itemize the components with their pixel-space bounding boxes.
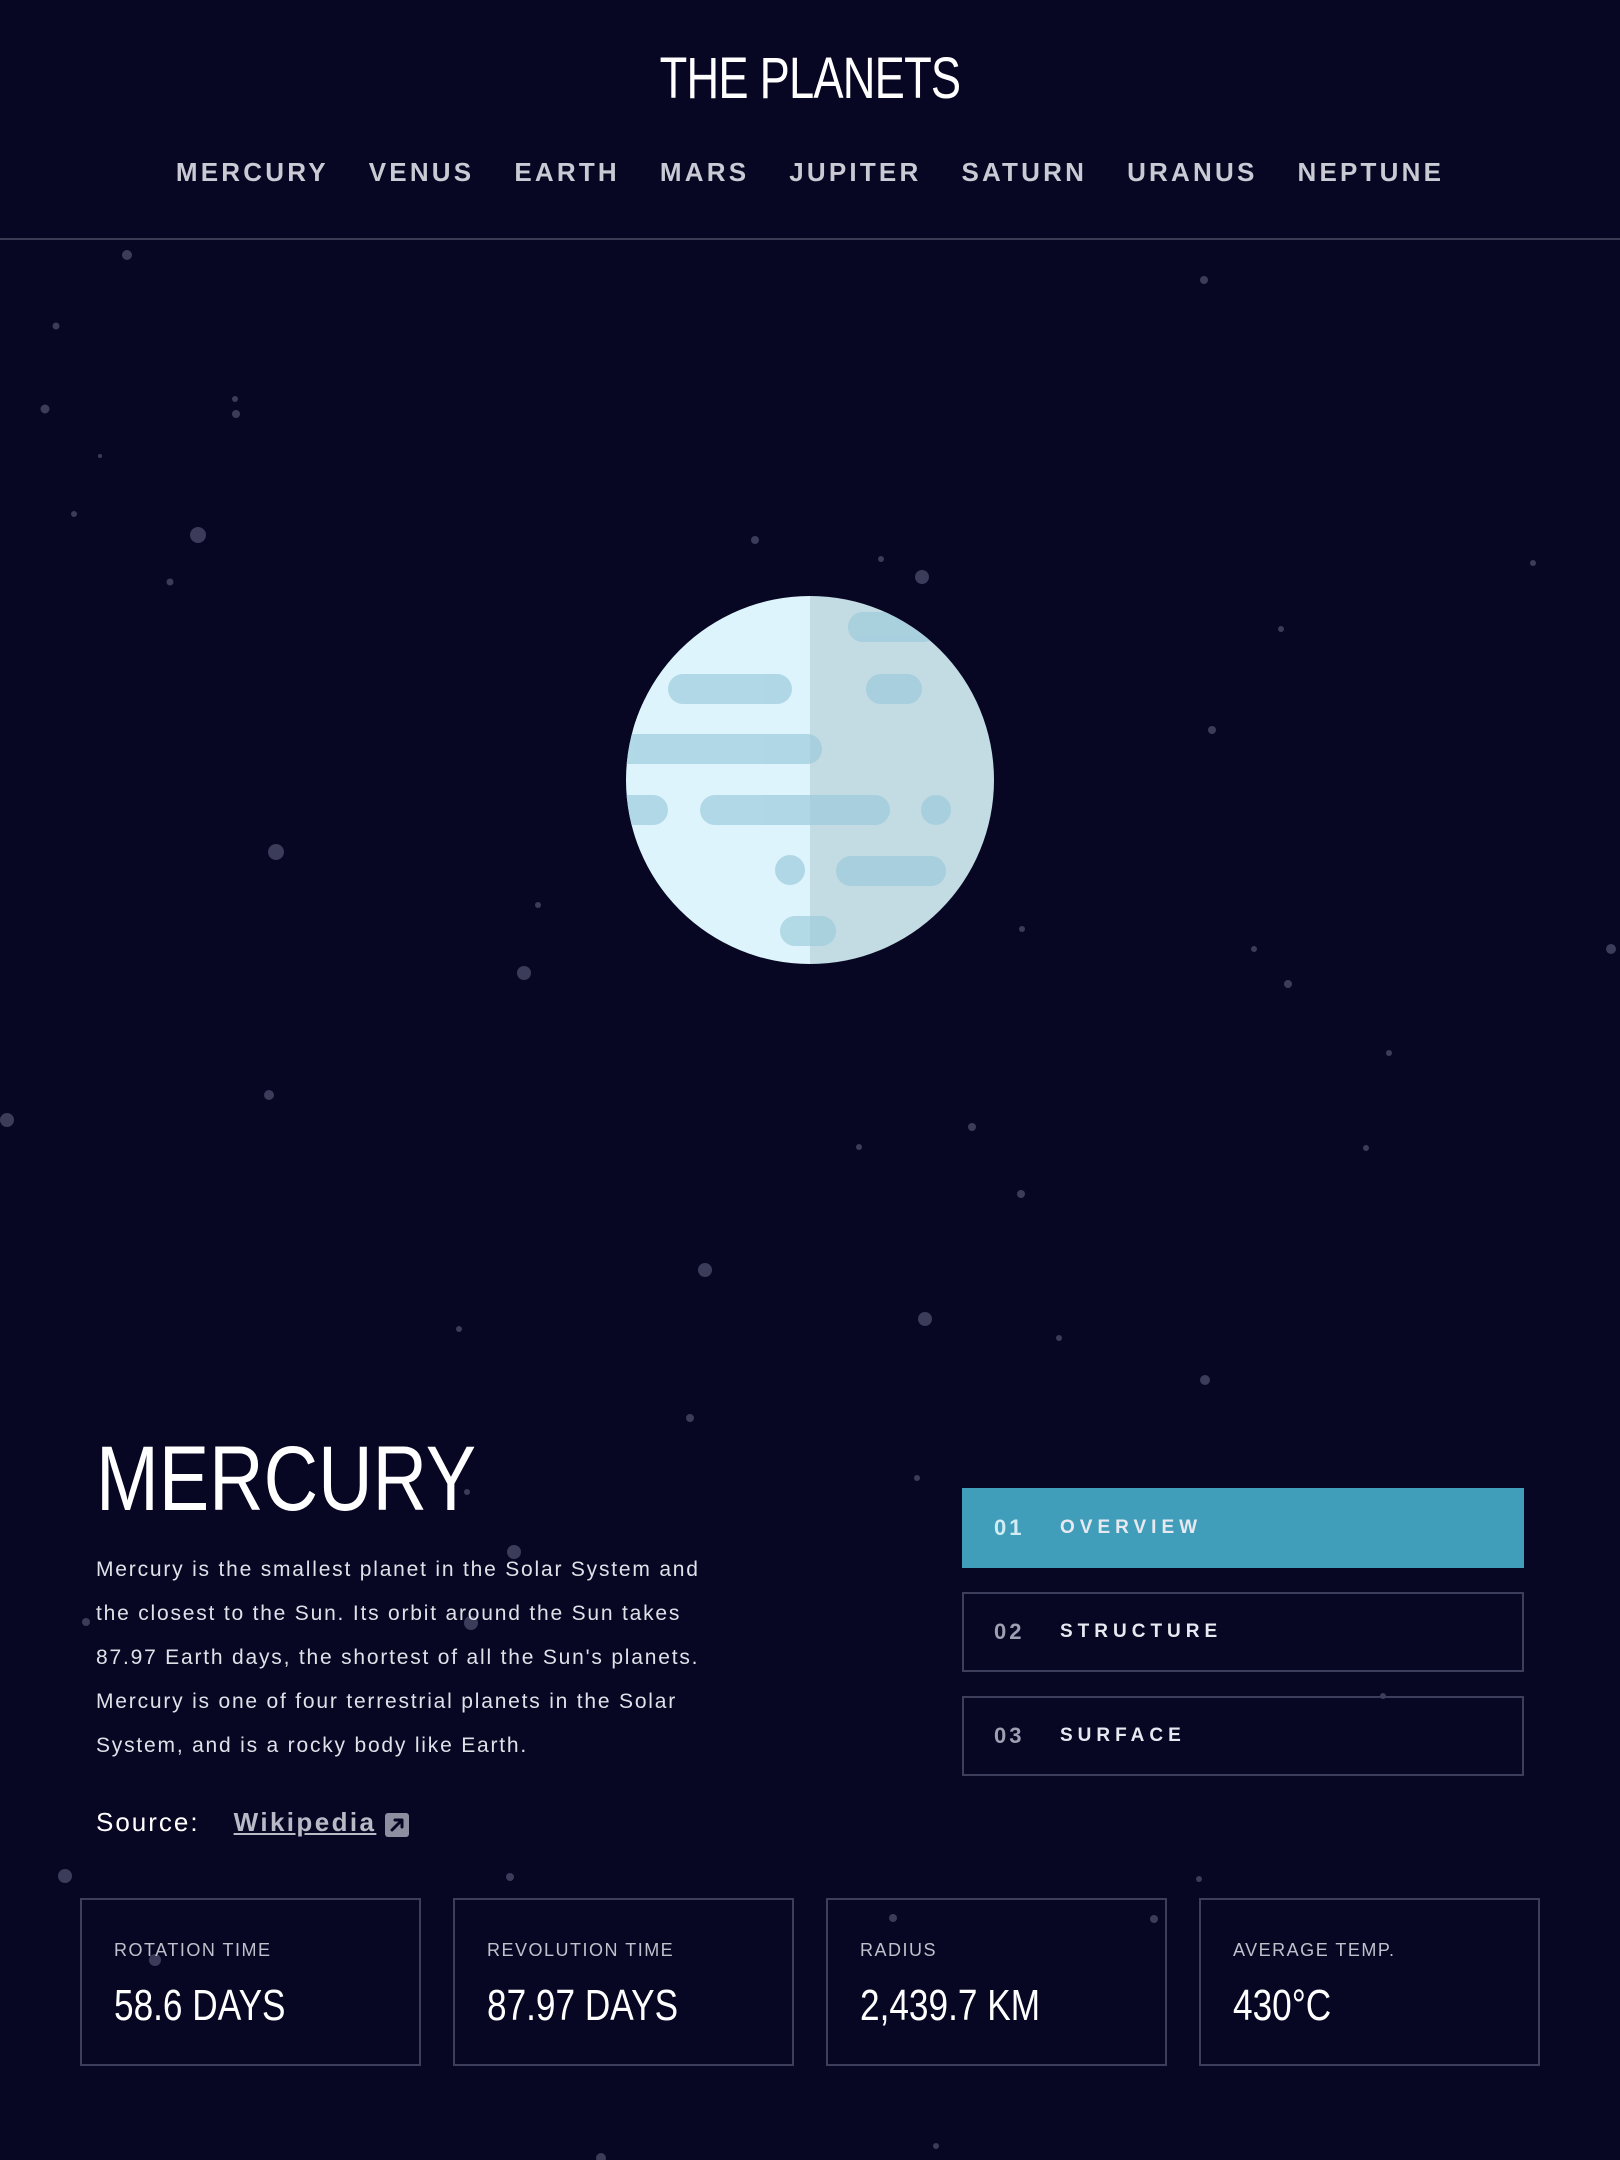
tab-overview[interactable]: 01 OVERVIEW — [962, 1488, 1524, 1568]
planet-stats: ROTATION TIME 58.6 DAYS REVOLUTION TIME … — [80, 1898, 1540, 2066]
nav-item-uranus[interactable]: URANUS — [1127, 152, 1257, 192]
content-tabs: 01 OVERVIEW 02 STRUCTURE 03 SURFACE — [962, 1488, 1524, 1800]
tab-label: OVERVIEW — [1060, 1517, 1203, 1538]
header-divider — [0, 238, 1620, 240]
stat-card-temperature: AVERAGE TEMP. 430°C — [1199, 1898, 1540, 2066]
planet-nav: MERCURY VENUS EARTH MARS JUPITER SATURN … — [0, 152, 1620, 192]
stat-value: 87.97 DAYS — [487, 1981, 679, 2030]
tab-number: 01 — [994, 1515, 1025, 1540]
nav-item-mars[interactable]: MARS — [660, 152, 749, 192]
stat-card-rotation: ROTATION TIME 58.6 DAYS — [80, 1898, 421, 2066]
planet-illustration — [626, 596, 994, 964]
mercury-planet-image — [626, 596, 994, 964]
wikipedia-link[interactable]: Wikipedia — [234, 1802, 377, 1842]
planet-name: MERCURY — [96, 1428, 477, 1530]
stat-card-radius: RADIUS 2,439.7 KM — [826, 1898, 1167, 2066]
source-line: Source: Wikipedia — [96, 1802, 410, 1842]
nav-item-saturn[interactable]: SATURN — [961, 152, 1087, 192]
stat-label: ROTATION TIME — [114, 1940, 272, 1960]
tab-label: STRUCTURE — [1060, 1621, 1223, 1642]
tab-number: 02 — [994, 1619, 1025, 1644]
nav-item-jupiter[interactable]: JUPITER — [789, 152, 921, 192]
nav-item-earth[interactable]: EARTH — [514, 152, 620, 192]
nav-item-mercury[interactable]: MERCURY — [176, 152, 329, 192]
stat-label: RADIUS — [860, 1940, 938, 1960]
stat-label: REVOLUTION TIME — [487, 1940, 675, 1960]
nav-item-venus[interactable]: VENUS — [369, 152, 475, 192]
tab-label: SURFACE — [1060, 1725, 1186, 1746]
stat-label: AVERAGE TEMP. — [1233, 1940, 1396, 1960]
nav-item-neptune[interactable]: NEPTUNE — [1298, 152, 1445, 192]
stat-value: 58.6 DAYS — [114, 1981, 286, 2030]
stat-card-revolution: REVOLUTION TIME 87.97 DAYS — [453, 1898, 794, 2066]
stat-value: 430°C — [1233, 1981, 1332, 2030]
site-title[interactable]: THE PLANETS — [178, 44, 1442, 114]
external-link-icon[interactable] — [384, 1809, 410, 1837]
tab-number: 03 — [994, 1723, 1025, 1748]
source-label: Source: — [96, 1807, 200, 1837]
stat-value: 2,439.7 KM — [860, 1981, 1041, 2030]
tab-surface[interactable]: 03 SURFACE — [962, 1696, 1524, 1776]
planet-description: Mercury is the smallest planet in the So… — [96, 1558, 700, 1757]
tab-structure[interactable]: 02 STRUCTURE — [962, 1592, 1524, 1672]
site-header: THE PLANETS MERCURY VENUS EARTH MARS JUP… — [0, 0, 1620, 240]
